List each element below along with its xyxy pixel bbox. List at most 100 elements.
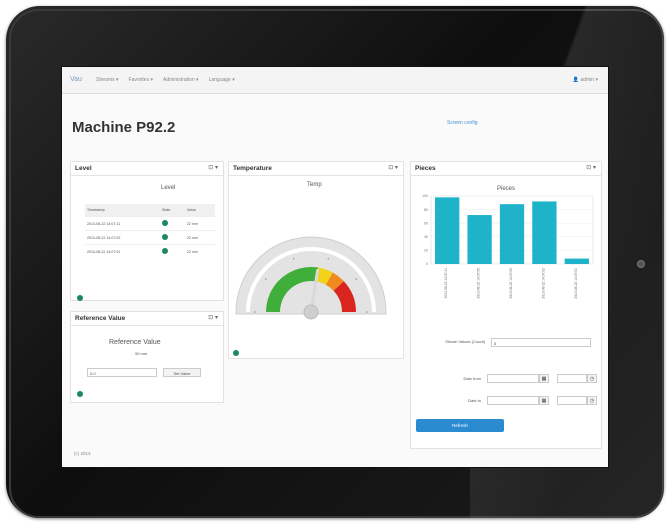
date-from-input[interactable] [487,374,539,383]
gauge-tick [327,257,330,260]
page-title: Machine P92.2 [72,119,176,136]
x-tick-label: 2013-08-22 14:07:11 [444,268,448,299]
refresh-button[interactable]: Refresh [416,419,504,432]
brand-logo[interactable]: Vau [70,76,82,83]
home-button[interactable] [637,260,645,268]
value-cell: 22 mm [184,216,215,231]
panel-tools-icon[interactable]: ⊡ ▾ [208,314,218,321]
app-screen: Vau Streams ▾ Favorites ▾ Administration… [61,66,609,468]
temperature-panel: Temperature ⊡ ▾ Temp [228,161,404,359]
time-from-input[interactable] [557,374,587,383]
date-to-label: Date to [468,398,481,403]
calendar-icon[interactable]: ▦ [539,396,549,405]
bar [499,204,525,264]
gauge-tick [355,278,358,280]
level-table: Timestamp State Value 2013-08-22 14:07:1… [85,204,215,258]
y-tick-label: 100 [422,194,428,198]
level-status-icon [77,295,83,301]
column-header: State [160,204,185,217]
calendar-icon[interactable]: ▦ [539,374,549,383]
panel-tools-icon[interactable]: ⊡ ▾ [388,164,398,171]
panel-tools-icon[interactable]: ⊡ ▾ [586,164,596,171]
state-cell [160,216,185,231]
state-ok-icon [162,220,169,226]
gauge-pivot [303,304,319,320]
temperature-gauge [235,236,387,320]
column-header: Value [184,204,215,217]
menu-language[interactable]: Language ▾ [209,77,235,83]
table-row: 2013-08-22 14:07:01 22 mm [85,244,215,258]
gauge-band-orange [325,272,344,291]
y-tick-label: 80 [424,208,428,212]
clock-icon[interactable]: ◷ [587,374,597,383]
pieces-panel-header: Pieces ⊡ ▾ [411,162,601,176]
reference-current-value: 90 mm [135,351,148,356]
x-tick-label: 2013-08-22 14:07:05 [477,268,481,299]
table-header-row: Timestamp State Value [85,204,215,217]
reference-panel-header: Reference Value ⊡ ▾ [71,312,223,326]
timestamp-cell: 2013-08-22 14:07:02 [85,230,161,245]
temperature-panel-title: Temperature [233,165,272,172]
value-cell: 22 mm [184,230,215,245]
reference-status-icon [77,391,83,397]
pieces-panel-title: Pieces [415,165,436,172]
reference-heading: Reference Value [109,339,161,346]
footer-copyright: (c) 2013 [74,451,91,456]
main-menu: Streams ▾ Favorites ▾ Administration ▾ L… [96,77,235,83]
bar [532,201,557,264]
panel-tools-icon[interactable]: ⊡ ▾ [208,164,218,171]
menu-administration[interactable]: Administration ▾ [163,77,199,83]
state-ok-icon [162,234,169,240]
temperature-status-icon [233,350,239,356]
x-tick-label: 2013-08-22 14:07:02 [541,268,545,299]
date-from-label: Date from [463,376,481,381]
user-name: admin ▾ [580,77,598,83]
gauge-band-yellow [315,267,333,285]
x-tick-label: 2013-08-22 14:07:03 [509,268,513,299]
temperature-panel-header: Temperature ⊡ ▾ [229,162,403,176]
x-tick-label: 2013-08-22 14:07:01 [574,268,578,299]
bar [564,258,589,264]
pieces-bar-chart: Pieces 0 20 40 60 80 100 2013-08-22 14:07:11 20… [422,186,594,299]
shown-values-label: Shown Values (Count) [445,339,485,344]
column-header: Timestamp [85,204,161,217]
state-ok-icon [162,248,169,254]
timestamp-cell: 2013-08-22 14:07:01 [85,244,161,258]
value-cell: 22 mm [184,244,215,258]
bar [467,215,492,264]
gauge-tick [254,311,256,313]
clock-icon[interactable]: ◷ [587,396,597,405]
date-to-input[interactable] [487,396,539,405]
gauge-tick [366,311,368,313]
timestamp-cell: 2013-08-22 14:07:11 [85,216,161,231]
state-cell [160,244,185,258]
state-cell [160,230,185,245]
pieces-panel: Pieces ⊡ ▾ Pieces 0 20 40 60 80 100 2013-08-22… [410,161,602,449]
time-to-input[interactable] [557,396,587,405]
chart-title: Pieces [497,186,515,192]
set-value-button[interactable]: Set Value [163,368,201,377]
screen-config-link[interactable]: Screen config [447,120,478,126]
menu-favorites[interactable]: Favorites ▾ [129,77,153,83]
level-panel: Level ⊡ ▾ Level Timestamp State Value 20… [70,161,224,301]
shown-values-input[interactable]: 5 [491,338,591,347]
reference-panel-title: Reference Value [75,315,126,322]
reference-value-input[interactable]: 0.0 [87,368,157,377]
gauge-tick [264,278,267,280]
y-tick-label: 40 [424,235,428,239]
y-tick-label: 20 [424,249,428,253]
user-icon: 👤 [572,77,580,83]
y-tick-label: 60 [424,221,428,225]
gauge-label: Temp [307,182,322,188]
level-chart-title: Level [161,185,176,191]
menu-streams[interactable]: Streams ▾ [96,77,119,83]
top-navbar: Vau Streams ▾ Favorites ▾ Administration… [62,67,608,94]
user-menu[interactable]: 👤 admin ▾ [573,77,598,83]
level-panel-header: Level ⊡ ▾ [71,162,223,176]
y-tick-label: 0 [426,262,428,266]
table-row: 2013-08-22 14:07:02 22 mm [85,230,215,245]
gauge-tick [292,257,295,260]
table-row: 2013-08-22 14:07:11 22 mm [85,216,215,231]
bar [435,197,460,264]
reference-value-panel: Reference Value ⊡ ▾ Reference Value 90 m… [70,311,224,403]
